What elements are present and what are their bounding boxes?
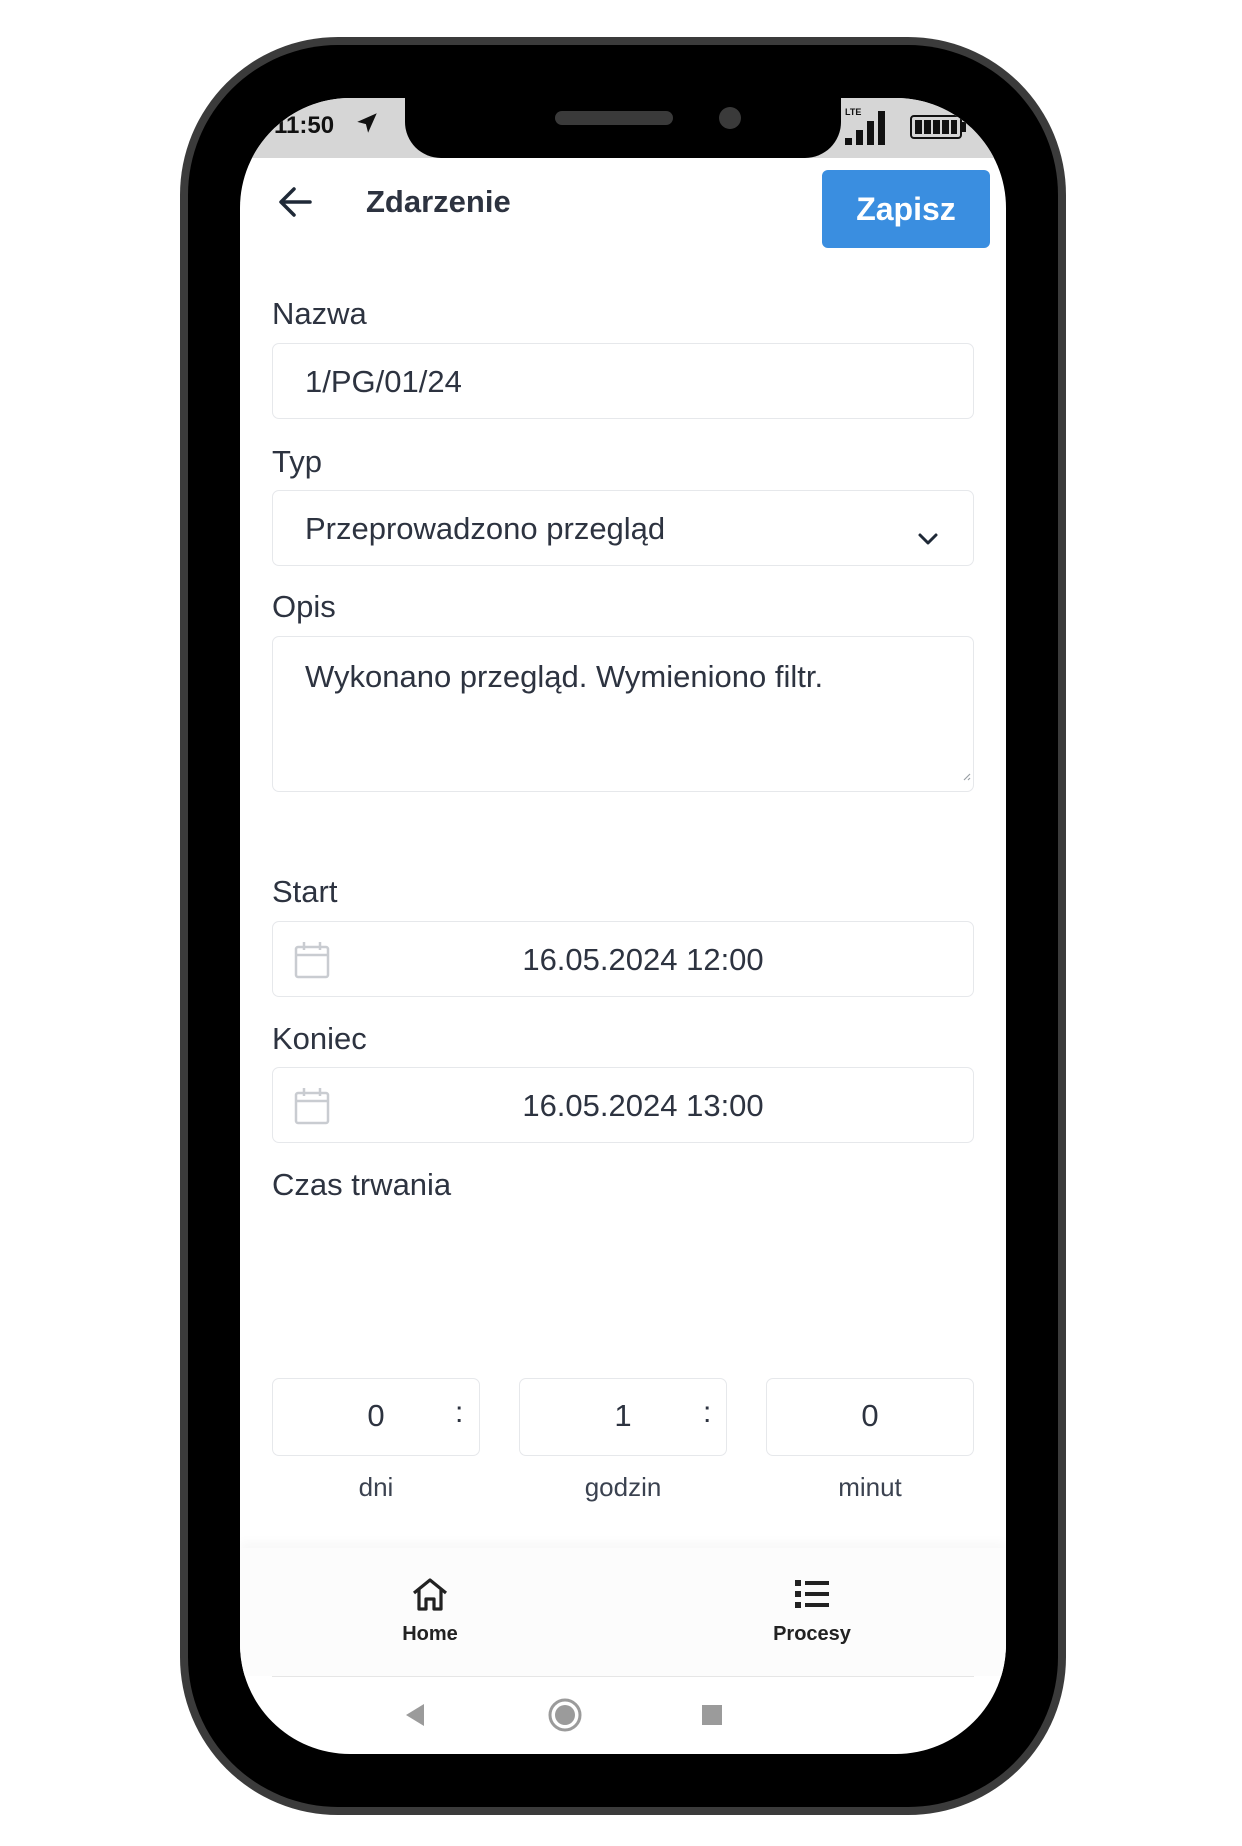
end-datetime-value: 16.05.2024 13:00	[522, 1088, 764, 1123]
type-label: Typ	[272, 444, 322, 479]
duration-separator: :	[703, 1396, 712, 1429]
resize-grip-icon[interactable]	[961, 753, 971, 789]
bottom-tab-bar: Home Procesy	[240, 1548, 1006, 1676]
start-label: Start	[272, 874, 338, 909]
system-home-icon[interactable]	[547, 1697, 583, 1738]
app-header: Zdarzenie Zapisz	[240, 158, 1006, 258]
cellular-signal-icon: LTE	[841, 106, 901, 155]
name-input[interactable]: 1/PG/01/24	[272, 343, 974, 419]
list-icon	[792, 1580, 832, 1616]
duration-label: Czas trwania	[272, 1167, 452, 1202]
front-camera	[719, 107, 741, 129]
name-input-value: 1/PG/01/24	[305, 364, 462, 399]
type-select-value: Przeprowadzono przegląd	[305, 511, 666, 546]
divider	[272, 1676, 974, 1677]
duration-hours-input[interactable]: 1	[519, 1378, 727, 1456]
tab-procesy[interactable]: Procesy	[732, 1576, 892, 1646]
phone-screen: 11:50 LTE Zdarzenie Zapisz Nazwa 1/PG/01…	[240, 98, 1006, 1754]
start-datetime-field[interactable]: 16.05.2024 12:00	[272, 921, 974, 997]
system-recents-icon[interactable]	[700, 1703, 724, 1732]
duration-hours-unit: godzin	[584, 1472, 662, 1502]
save-button[interactable]: Zapisz	[822, 170, 990, 248]
duration-minutes-unit: minut	[838, 1472, 902, 1502]
duration-days-input[interactable]: 0	[272, 1378, 480, 1456]
location-arrow-icon	[354, 110, 380, 141]
chevron-down-icon	[917, 519, 939, 555]
description-textarea-value: Wykonano przegląd. Wymieniono filtr.	[305, 659, 824, 694]
battery-icon	[910, 114, 968, 145]
speaker-grille	[555, 111, 673, 125]
home-icon	[410, 1578, 450, 1616]
type-select[interactable]: Przeprowadzono przegląd	[272, 490, 974, 566]
page-title: Zdarzenie	[366, 184, 511, 219]
start-datetime-value: 16.05.2024 12:00	[522, 942, 764, 977]
camera-notch	[405, 98, 841, 158]
duration-days-unit: dni	[358, 1472, 394, 1502]
end-label: Koniec	[272, 1021, 367, 1056]
system-back-icon[interactable]	[402, 1701, 428, 1734]
name-label: Nazwa	[272, 296, 367, 331]
network-type-label: LTE	[845, 107, 861, 117]
phone-frame: 11:50 LTE Zdarzenie Zapisz Nazwa 1/PG/01…	[188, 45, 1058, 1807]
description-label: Opis	[272, 589, 336, 624]
back-arrow-icon[interactable]	[274, 182, 316, 227]
system-navigation-bar	[240, 1676, 1006, 1754]
duration-separator: :	[455, 1396, 464, 1429]
tab-home-label: Home	[402, 1623, 458, 1645]
status-time: 11:50	[274, 112, 335, 139]
status-bar: 11:50 LTE	[240, 98, 1006, 158]
duration-minutes-input[interactable]: 0	[766, 1378, 974, 1456]
description-textarea[interactable]: Wykonano przegląd. Wymieniono filtr.	[272, 636, 974, 792]
tab-home[interactable]: Home	[350, 1576, 510, 1646]
end-datetime-field[interactable]: 16.05.2024 13:00	[272, 1067, 974, 1143]
tab-procesy-label: Procesy	[773, 1623, 851, 1645]
